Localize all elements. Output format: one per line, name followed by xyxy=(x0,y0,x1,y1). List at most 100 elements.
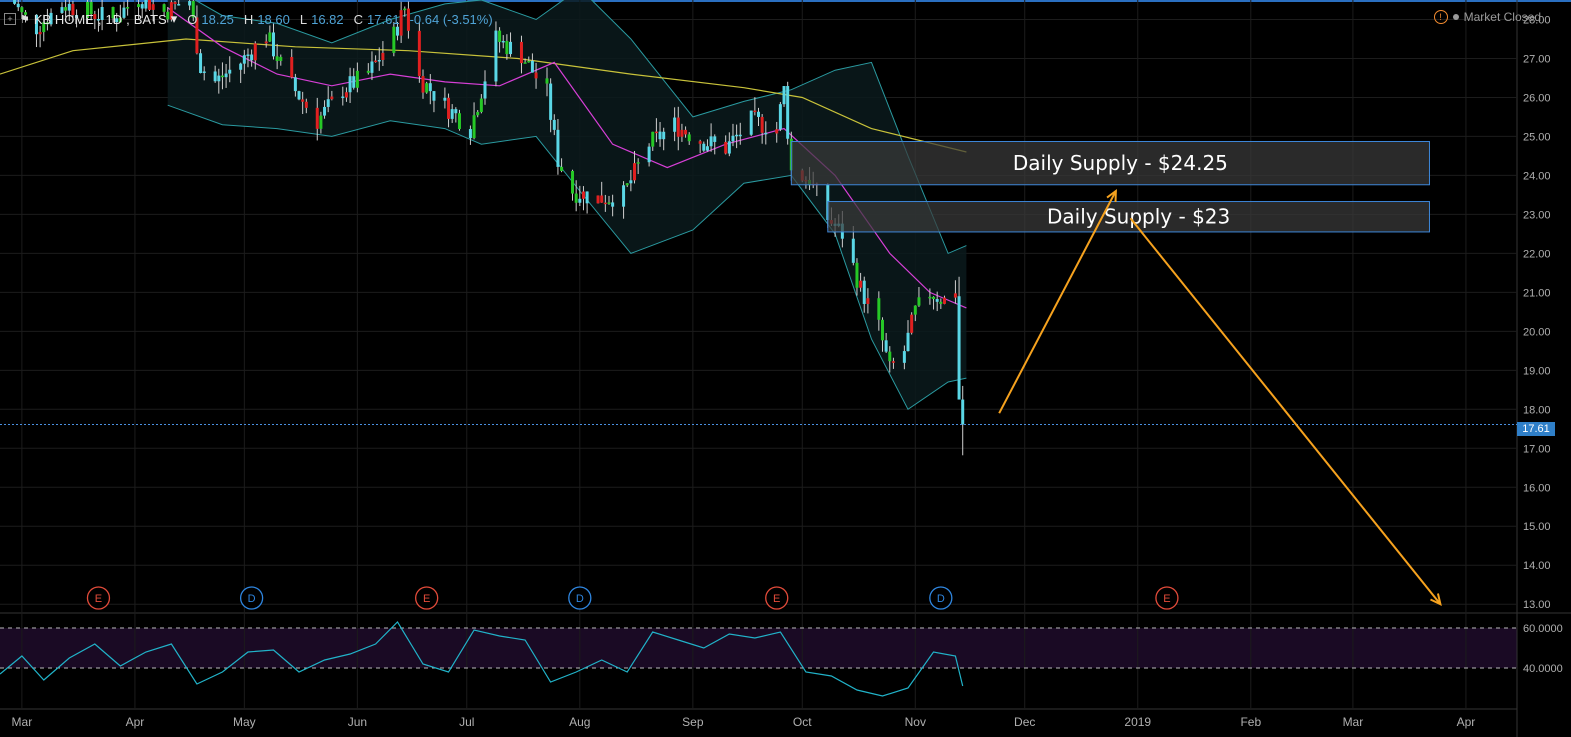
candle-body xyxy=(862,280,866,304)
y-tick-label: 25.00 xyxy=(1523,131,1551,143)
candle-body xyxy=(468,129,472,139)
candle-body xyxy=(596,195,600,204)
candle-body xyxy=(323,106,327,116)
x-tick-label: Jun xyxy=(348,715,367,729)
candle-body xyxy=(709,136,713,147)
candle-body xyxy=(917,297,921,306)
candle-body xyxy=(293,77,297,92)
candle-body xyxy=(188,1,192,6)
candle-body xyxy=(603,202,607,205)
price-chart[interactable]: Mar Apr May Jun Jul Aug Sep Oct Nov Dec 2019 Feb Mar… xyxy=(0,0,1571,737)
candle-body xyxy=(651,131,655,147)
candle-body xyxy=(953,293,957,298)
candle-body xyxy=(957,296,961,400)
candle-body xyxy=(264,41,268,44)
candle-body xyxy=(242,55,246,64)
candle-body xyxy=(786,86,790,139)
close-value: 17.61 xyxy=(367,11,400,27)
candle-body xyxy=(705,146,709,151)
candle-body xyxy=(498,30,502,42)
candle-body xyxy=(727,141,731,154)
open-label: O xyxy=(187,11,198,27)
candle-body xyxy=(654,131,658,134)
x-tick-label: Nov xyxy=(905,715,926,729)
candle-body xyxy=(647,146,651,163)
candle-body xyxy=(859,280,863,288)
candle-body xyxy=(935,299,939,302)
candle-body xyxy=(275,56,279,61)
candle-body xyxy=(581,191,585,199)
rsi-tick-label: 40.0000 xyxy=(1523,663,1563,675)
event-marker-label: E xyxy=(423,593,430,605)
candle-body xyxy=(239,63,243,70)
status-dot-icon xyxy=(1452,14,1459,20)
market-status[interactable]: ! Market Closed xyxy=(1433,10,1541,24)
y-tick-label: 20.00 xyxy=(1523,326,1551,338)
chart-header: + ⚑ KB HOME, 1D, BATS ▾ O 18.25 H 18.60 L1… xyxy=(4,9,493,29)
candle-body xyxy=(530,60,534,73)
candle-body xyxy=(494,30,498,82)
candle-body xyxy=(866,298,870,304)
candle-body xyxy=(374,60,378,63)
candle-body xyxy=(220,75,224,78)
candle-body xyxy=(377,59,381,62)
candle-body xyxy=(571,170,575,194)
x-tick-label: Apr xyxy=(1457,715,1476,729)
candle-body xyxy=(246,54,250,57)
candle-body xyxy=(749,110,753,135)
candle-body xyxy=(549,83,553,120)
event-marker-label: E xyxy=(95,593,102,605)
candle-body xyxy=(662,131,666,140)
event-marker-label: D xyxy=(248,593,256,605)
candle-body xyxy=(199,53,203,73)
candle-body xyxy=(534,72,538,79)
candle-body xyxy=(454,109,458,114)
y-tick-label: 18.00 xyxy=(1523,404,1551,416)
interval-label[interactable]: 1D xyxy=(105,12,122,27)
supply-zone-label: Daily Supply - $23 xyxy=(1047,205,1230,229)
y-tick-label: 13.00 xyxy=(1523,599,1551,611)
last-price-tag: 17.61 xyxy=(1517,422,1555,436)
candle-body xyxy=(253,43,257,61)
x-tick-label: Oct xyxy=(793,715,812,729)
x-tick-label: Apr xyxy=(126,715,145,729)
candle-body xyxy=(633,163,637,181)
candle-body xyxy=(888,351,892,362)
candle-body xyxy=(505,40,509,55)
candle-body xyxy=(177,4,181,6)
flag-icon: ⚑ xyxy=(20,13,30,26)
candle-body xyxy=(574,193,578,203)
exchange-label[interactable]: BATS xyxy=(134,12,167,27)
candle-body xyxy=(366,70,370,73)
candle-body xyxy=(560,166,564,171)
candle-body xyxy=(676,117,680,137)
event-marker-label: E xyxy=(1163,593,1170,605)
candle-body xyxy=(775,129,779,134)
candle-body xyxy=(884,340,888,352)
candle-body xyxy=(556,129,560,167)
y-tick-label: 21.00 xyxy=(1523,287,1551,299)
candle-body xyxy=(702,143,706,151)
candle-body xyxy=(523,62,527,64)
change-value: -0.64 (-3.51%) xyxy=(409,11,493,27)
x-tick-label: Dec xyxy=(1014,715,1035,729)
candle-body xyxy=(942,297,946,304)
candle-body xyxy=(738,134,742,137)
candle-body xyxy=(687,134,691,142)
candle-body xyxy=(764,132,768,135)
candle-body xyxy=(509,41,513,55)
chevron-down-icon[interactable]: ▾ xyxy=(171,11,178,27)
candle-body xyxy=(578,198,582,203)
candle-body xyxy=(137,4,141,8)
candle-body xyxy=(472,115,476,139)
x-tick-label: Mar xyxy=(1343,715,1364,729)
symbol-name[interactable]: KB HOME xyxy=(34,12,94,27)
candle-body xyxy=(38,32,42,35)
candle-body xyxy=(344,92,348,98)
candle-body xyxy=(698,141,702,144)
candle-body xyxy=(673,117,677,132)
y-tick-label: 23.00 xyxy=(1523,209,1551,221)
expand-icon[interactable]: + xyxy=(4,13,16,25)
supply-zone-label: Daily Supply - $24.25 xyxy=(1013,151,1228,175)
candle-body xyxy=(851,238,855,263)
